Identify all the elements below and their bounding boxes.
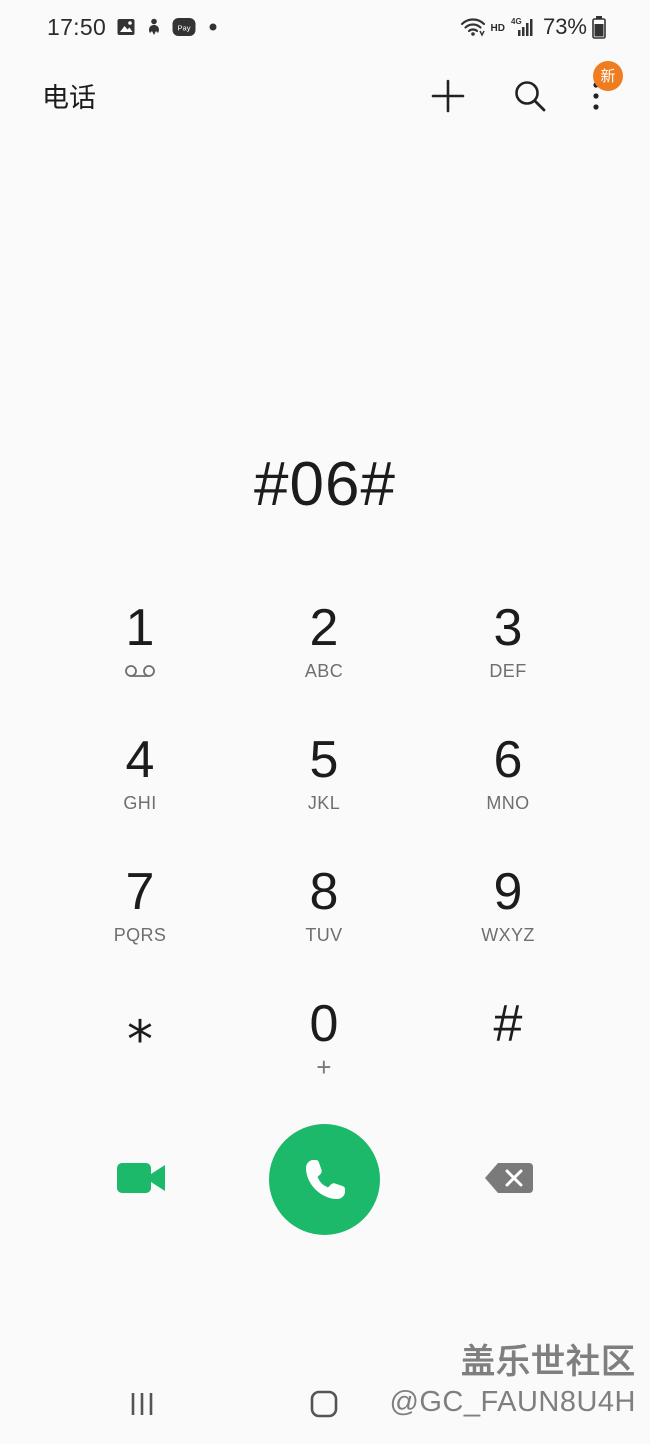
status-notification-icons: Pay <box>116 17 218 37</box>
pay-icon: Pay <box>172 18 196 36</box>
app-bar: 电话 <box>0 56 650 136</box>
key-letters: DEF <box>489 661 527 681</box>
key-3[interactable]: 3 DEF <box>416 590 600 722</box>
recents-button[interactable] <box>126 1388 158 1420</box>
hd-indicator: HD <box>490 22 505 34</box>
key-letters: ABC <box>304 661 344 681</box>
recents-icon <box>131 1393 153 1415</box>
search-button[interactable] <box>506 72 554 120</box>
dialer-action-row <box>0 1122 650 1235</box>
dial-keypad: 1 2 ABC 3 DEF 4 GHI 5 JKL 6 MNO 7 PQRS 8… <box>48 590 602 1118</box>
key-digit: 1 <box>125 599 155 657</box>
signal-icon: 4G <box>511 17 533 36</box>
key-0[interactable]: 0 + <box>232 986 416 1118</box>
add-icon <box>431 79 465 113</box>
key-9[interactable]: 9 WXYZ <box>416 854 600 986</box>
accessibility-icon <box>149 18 159 35</box>
key-digit: 7 <box>125 863 155 921</box>
key-letters: PQRS <box>113 925 167 945</box>
key-digit: 2 <box>309 599 339 657</box>
key-digit: 5 <box>309 731 339 789</box>
battery-percent: 73% <box>542 14 587 39</box>
key-7[interactable]: 7 PQRS <box>48 854 232 986</box>
svg-text:Pay: Pay <box>178 24 191 33</box>
status-bar: 17:50 Pay HD 4G 73% <box>0 0 650 56</box>
key-digit: 0 <box>309 995 339 1053</box>
key-digit: # <box>493 995 523 1053</box>
key-letters: TUV <box>305 925 343 945</box>
key-plus: + <box>316 1052 332 1082</box>
video-call-icon <box>117 1163 165 1193</box>
status-time: 17:50 <box>47 14 107 40</box>
key-5[interactable]: 5 JKL <box>232 722 416 854</box>
gallery-icon <box>117 19 135 35</box>
new-badge: 新 <box>593 61 623 91</box>
key-digit: 6 <box>493 731 523 789</box>
dot-icon <box>209 23 217 31</box>
key-letters: WXYZ <box>481 925 535 945</box>
battery-icon <box>592 16 606 39</box>
key-digit: 8 <box>309 863 339 921</box>
key-digit: ⁎ <box>127 995 153 1053</box>
backspace-button[interactable] <box>482 1160 536 1196</box>
backspace-icon <box>485 1163 533 1193</box>
key-letters: JKL <box>307 793 341 813</box>
call-button[interactable] <box>269 1124 380 1235</box>
key-4[interactable]: 4 GHI <box>48 722 232 854</box>
add-contact-button[interactable] <box>424 72 472 120</box>
search-icon <box>515 81 546 112</box>
key-hash[interactable]: # <box>416 986 600 1118</box>
key-letters: GHI <box>123 793 157 813</box>
status-system-icons: HD 4G 73% <box>460 14 607 40</box>
navigation-bar <box>0 1370 650 1444</box>
key-2[interactable]: 2 ABC <box>232 590 416 722</box>
video-call-button[interactable] <box>114 1158 168 1198</box>
home-icon <box>310 1390 338 1418</box>
key-digit: 4 <box>125 731 155 789</box>
key-6[interactable]: 6 MNO <box>416 722 600 854</box>
svg-text:4G: 4G <box>511 17 522 26</box>
key-star[interactable]: ⁎ <box>48 986 232 1118</box>
key-digit: 3 <box>493 599 523 657</box>
wifi-icon <box>460 18 485 37</box>
key-digit: 9 <box>493 863 523 921</box>
page-title: 电话 <box>42 83 96 114</box>
voicemail-icon <box>125 665 155 677</box>
home-button[interactable] <box>306 1386 342 1422</box>
key-1[interactable]: 1 <box>48 590 232 722</box>
key-letters: MNO <box>486 793 530 813</box>
key-8[interactable]: 8 TUV <box>232 854 416 986</box>
dialed-number[interactable]: #06# <box>0 440 650 530</box>
phone-icon <box>305 1159 345 1199</box>
